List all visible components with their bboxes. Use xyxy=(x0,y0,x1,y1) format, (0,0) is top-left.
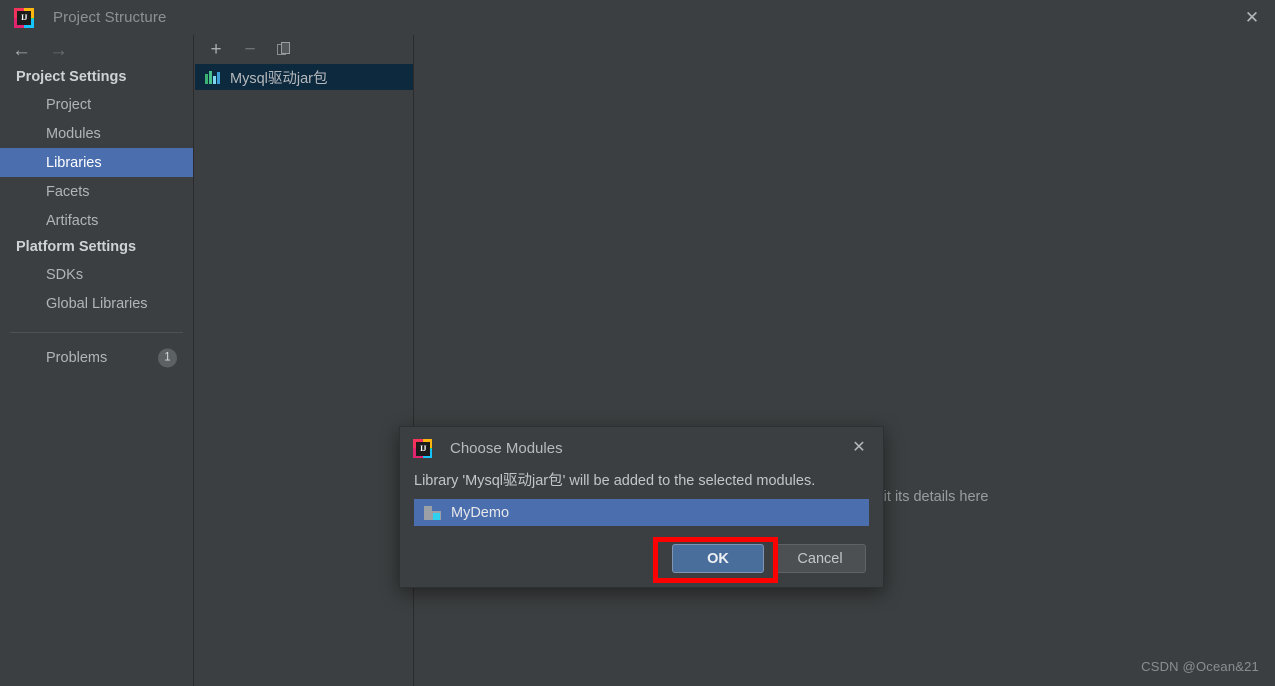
forward-arrow-icon[interactable]: → xyxy=(49,41,68,60)
sidebar-group-platform-settings: Platform Settings xyxy=(16,239,137,255)
project-structure-window: IJ Project Structure ✕ ← → Project Setti… xyxy=(0,0,1275,686)
dialog-close-button[interactable]: ✕ xyxy=(849,438,869,458)
window-title: Project Structure xyxy=(53,9,167,26)
sidebar-group-project-settings: Project Settings xyxy=(16,69,127,85)
dialog-icon-letters: IJ xyxy=(416,441,430,456)
sidebar-divider xyxy=(10,332,183,333)
remove-library-button[interactable]: − xyxy=(241,40,259,59)
problems-count-badge: 1 xyxy=(158,348,177,367)
sidebar-item-problems[interactable]: Problems 1 xyxy=(0,343,193,372)
module-list-item[interactable]: MyDemo xyxy=(414,499,869,526)
settings-sidebar: ← → Project Settings Project Modules Lib… xyxy=(0,35,194,686)
module-icon xyxy=(424,505,441,520)
dialog-message: Library 'Mysql驱动jar包' will be added to t… xyxy=(414,473,816,489)
back-arrow-icon[interactable]: ← xyxy=(12,41,31,60)
dialog-title: Choose Modules xyxy=(450,439,563,457)
intellij-icon-letters: IJ xyxy=(17,10,31,25)
libraries-list-panel: + − Mysql驱动jar包 xyxy=(195,35,414,686)
sidebar-item-libraries[interactable]: Libraries xyxy=(0,148,193,177)
sidebar-item-global-libraries[interactable]: Global Libraries xyxy=(0,289,193,318)
module-list-item-label: MyDemo xyxy=(451,504,510,521)
library-detail-panel: Select a library to view or edit its det… xyxy=(415,35,1275,686)
sidebar-navigation: ← → xyxy=(0,35,193,65)
ok-button[interactable]: OK xyxy=(672,544,764,573)
cancel-button[interactable]: Cancel xyxy=(774,544,866,573)
intellij-idea-icon: IJ xyxy=(14,7,34,28)
sidebar-item-sdks[interactable]: SDKs xyxy=(0,260,193,289)
sidebar-item-project[interactable]: Project xyxy=(0,90,193,119)
library-list-item[interactable]: Mysql驱动jar包 xyxy=(195,64,413,90)
dialog-title-bar: IJ Choose Modules ✕ xyxy=(400,427,883,469)
sidebar-item-modules[interactable]: Modules xyxy=(0,119,193,148)
library-list-item-label: Mysql驱动jar包 xyxy=(230,70,328,87)
watermark-text: CSDN @Ocean&21 xyxy=(1141,659,1259,674)
sidebar-item-facets[interactable]: Facets xyxy=(0,177,193,206)
library-icon xyxy=(205,70,221,84)
window-close-button[interactable]: ✕ xyxy=(1229,0,1275,35)
dialog-button-row: OK Cancel xyxy=(672,544,866,573)
window-title-bar: IJ Project Structure ✕ xyxy=(0,0,1275,35)
sidebar-item-problems-label: Problems xyxy=(46,349,108,366)
copy-icon[interactable] xyxy=(275,41,293,59)
dialog-intellij-idea-icon: IJ xyxy=(413,438,432,458)
libraries-toolbar: + − xyxy=(195,35,413,64)
sidebar-item-artifacts[interactable]: Artifacts xyxy=(0,206,193,235)
add-library-button[interactable]: + xyxy=(207,40,225,59)
choose-modules-dialog: IJ Choose Modules ✕ Library 'Mysql驱动jar包… xyxy=(399,426,884,588)
